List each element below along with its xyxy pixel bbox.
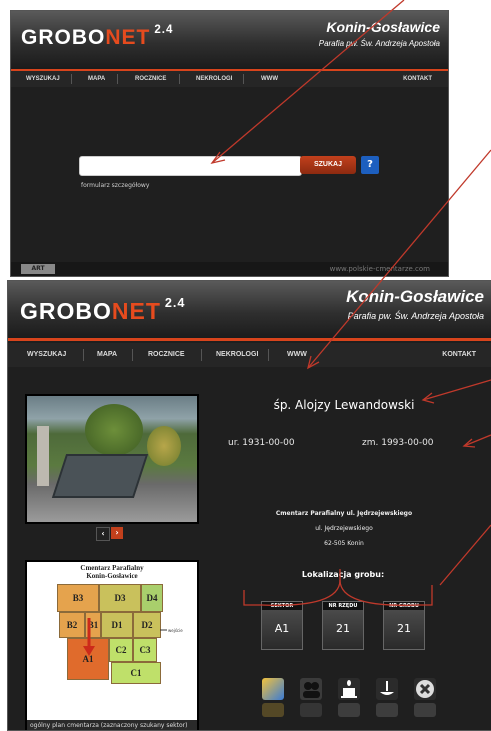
annotation-bracket: [243, 579, 341, 606]
annotation-arrow: [211, 0, 405, 164]
annotation-arrowhead: [462, 438, 476, 448]
annotation-bracket: [339, 579, 433, 606]
annotation-arrow: [307, 149, 491, 369]
annotation-arrows: [210, 0, 491, 606]
annotation-arrow: [439, 524, 491, 586]
annotation-arrow: [463, 434, 491, 447]
annotation-arrow: [422, 379, 491, 401]
